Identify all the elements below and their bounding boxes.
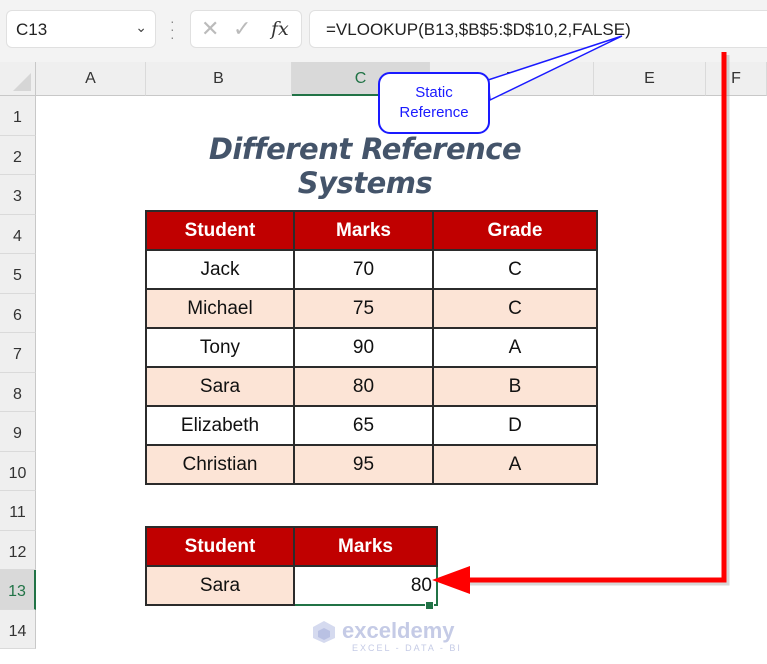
header-marks[interactable]: Marks — [293, 210, 434, 251]
lookup-header-marks[interactable]: Marks — [293, 526, 438, 567]
select-all-triangle-icon — [13, 73, 31, 91]
row-header-2[interactable]: 2 — [0, 135, 36, 175]
table-row: Michael 75 C — [145, 288, 598, 329]
fill-handle[interactable] — [425, 601, 434, 610]
cell-grade[interactable]: B — [432, 366, 598, 407]
cell-marks[interactable]: 80 — [293, 366, 434, 407]
row-header-4[interactable]: 4 — [0, 214, 36, 254]
lookup-header-row: Student Marks — [145, 526, 438, 567]
cell-marks[interactable]: 90 — [293, 327, 434, 368]
static-reference-callout: Static Reference — [378, 72, 490, 134]
header-grade[interactable]: Grade — [432, 210, 598, 251]
cell-student[interactable]: Jack — [145, 249, 295, 290]
row-header-6[interactable]: 6 — [0, 293, 36, 333]
row-header-7[interactable]: 7 — [0, 333, 36, 373]
cell-marks[interactable]: 95 — [293, 444, 434, 485]
column-header-a[interactable]: A — [36, 62, 146, 96]
chevron-down-icon[interactable]: ⌄ — [135, 19, 147, 36]
watermark-tagline: EXCEL - DATA - BI — [352, 643, 462, 653]
table-header-row: Student Marks Grade — [145, 210, 598, 251]
cell-marks[interactable]: 75 — [293, 288, 434, 329]
lookup-cell-student[interactable]: Sara — [145, 565, 295, 606]
column-header-e[interactable]: E — [594, 62, 706, 96]
cell-marks[interactable]: 65 — [293, 405, 434, 446]
cell-grade[interactable]: D — [432, 405, 598, 446]
formula-input[interactable]: =VLOOKUP(B13,$B$5:$D$10,2,FALSE) — [309, 10, 767, 48]
more-options-icon[interactable]: · · · — [170, 14, 176, 44]
table-row: Tony 90 A — [145, 327, 598, 368]
cell-marks[interactable]: 70 — [293, 249, 434, 290]
table-row: Christian 95 A — [145, 444, 598, 485]
cell-student[interactable]: Sara — [145, 366, 295, 407]
table-row: Elizabeth 65 D — [145, 405, 598, 446]
exceldemy-logo-icon — [313, 621, 335, 643]
callout-line-2: Reference — [399, 104, 469, 121]
row-header-11[interactable]: 11 — [0, 491, 36, 531]
table-row: Jack 70 C — [145, 249, 598, 290]
formula-text: =VLOOKUP(B13,$B$5:$D$10,2,FALSE) — [326, 20, 631, 39]
cell-student[interactable]: Tony — [145, 327, 295, 368]
row-header-14[interactable]: 14 — [0, 609, 36, 649]
row-header-3[interactable]: 3 — [0, 175, 36, 215]
cell-student[interactable]: Elizabeth — [145, 405, 295, 446]
cancel-icon[interactable]: ✕ — [201, 16, 219, 42]
name-box[interactable]: C13 ⌄ — [6, 10, 156, 48]
row-header-13[interactable]: 13 — [0, 570, 36, 610]
formula-bar-area: C13 ⌄ · · · ✕ ✓ fx =VLOOKUP(B13,$B$5:$D$10… — [0, 0, 767, 62]
row-header-10[interactable]: 10 — [0, 451, 36, 491]
column-header-f[interactable]: F — [706, 62, 767, 96]
sheet-title: Different Reference Systems — [208, 132, 522, 200]
select-all-button[interactable] — [0, 62, 36, 96]
lookup-result-cell[interactable]: 80 — [293, 565, 438, 606]
column-header-b[interactable]: B — [146, 62, 292, 96]
lookup-row: Sara 80 — [145, 565, 438, 606]
callout-line-1: Static — [415, 84, 453, 101]
lookup-header-student[interactable]: Student — [145, 526, 295, 567]
cell-grade[interactable]: C — [432, 249, 598, 290]
cell-grade[interactable]: C — [432, 288, 598, 329]
student-table: Student Marks Grade Jack 70 C Michael 75… — [145, 210, 598, 485]
cell-student[interactable]: Michael — [145, 288, 295, 329]
row-header-5[interactable]: 5 — [0, 254, 36, 294]
row-header-8[interactable]: 8 — [0, 372, 36, 412]
header-student[interactable]: Student — [145, 210, 295, 251]
table-row: Sara 80 B — [145, 366, 598, 407]
watermark-name: exceldemy — [342, 618, 455, 643]
formula-controls: ✕ ✓ fx — [190, 10, 302, 48]
cell-grade[interactable]: A — [432, 444, 598, 485]
cell-student[interactable]: Christian — [145, 444, 295, 485]
row-header-1[interactable]: 1 — [0, 96, 36, 136]
enter-icon[interactable]: ✓ — [233, 16, 251, 42]
row-header-12[interactable]: 12 — [0, 530, 36, 570]
insert-function-icon[interactable]: fx — [271, 18, 289, 40]
name-box-value: C13 — [16, 20, 48, 39]
row-header-9[interactable]: 9 — [0, 412, 36, 452]
cell-grade[interactable]: A — [432, 327, 598, 368]
lookup-table: Student Marks Sara 80 — [145, 526, 438, 606]
